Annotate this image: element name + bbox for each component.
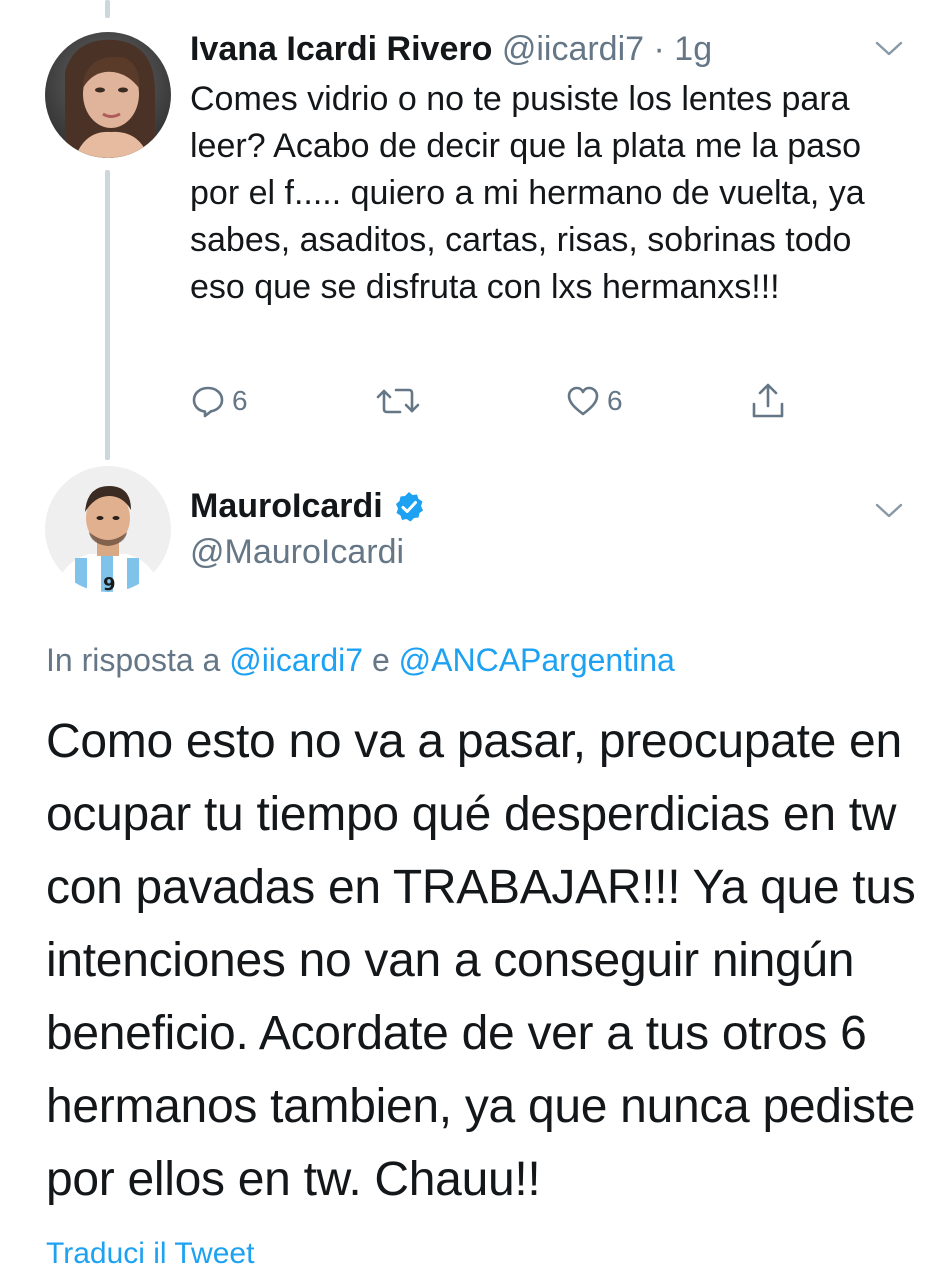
mention-link-iicardi7[interactable]: @iicardi7: [229, 642, 363, 678]
chevron-down-icon[interactable]: [874, 38, 904, 58]
reply-context: In risposta a @iicardi7 e @ANCAPargentin…: [46, 638, 675, 682]
separator: ·: [653, 30, 665, 68]
reply-conjunction: e: [371, 642, 390, 678]
timestamp[interactable]: 1g: [674, 30, 712, 68]
like-count: 6: [607, 385, 623, 416]
like-button[interactable]: 6: [565, 378, 623, 424]
tweet-header: Ivana Icardi Rivero @iicardi7 · 1g: [190, 26, 712, 72]
comment-icon: [190, 383, 226, 419]
display-name[interactable]: MauroIcardi: [190, 484, 425, 528]
thread-line-top: [105, 0, 110, 18]
reply-count: 6: [232, 385, 248, 416]
reply-button[interactable]: 6: [190, 378, 248, 424]
share-icon: [750, 382, 786, 420]
retweet-icon: [376, 383, 420, 419]
avatar-mauro[interactable]: 9: [45, 466, 171, 592]
mention-link-ancapargentina[interactable]: @ANCAPargentina: [399, 642, 675, 678]
handle[interactable]: @iicardi7: [502, 30, 644, 68]
display-name-text[interactable]: MauroIcardi: [190, 484, 383, 528]
chevron-down-icon[interactable]: [874, 500, 904, 520]
svg-text:9: 9: [103, 574, 116, 592]
verified-badge-icon: [393, 490, 425, 522]
tweet-text: Como esto no va a pasar, preocupate en o…: [46, 715, 916, 1206]
display-name[interactable]: Ivana Icardi Rivero: [190, 30, 492, 68]
reply-prefix: In risposta a: [46, 642, 221, 678]
handle[interactable]: @MauroIcardi: [190, 530, 404, 574]
avatar-ivana[interactable]: [45, 32, 171, 158]
heart-icon: [565, 383, 601, 419]
tweet-text: Comes vidrio o no te pusiste los lentes …: [190, 80, 865, 306]
share-button[interactable]: [750, 378, 786, 424]
retweet-button[interactable]: [376, 378, 420, 424]
tweet-actions: 6 6: [0, 378, 945, 424]
translate-tweet-link[interactable]: Traduci il Tweet: [46, 1232, 254, 1276]
